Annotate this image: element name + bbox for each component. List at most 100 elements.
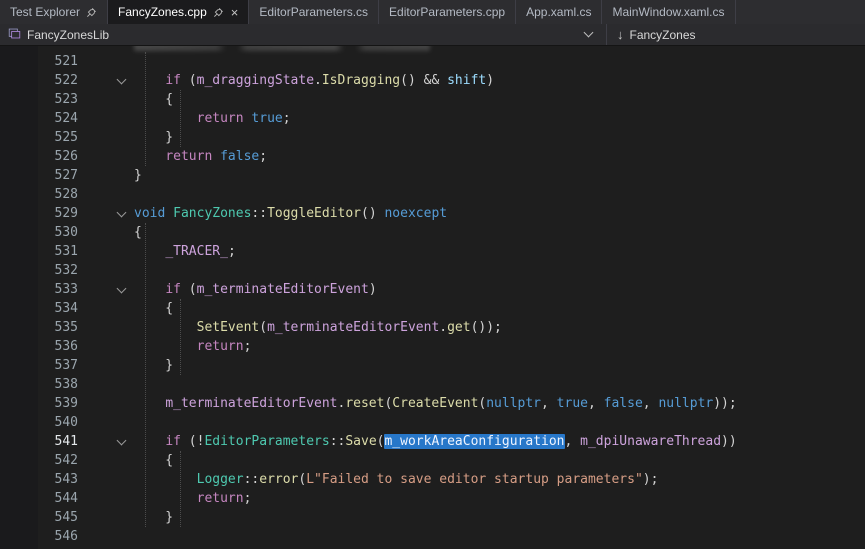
code-token: } <box>134 510 173 525</box>
code-line[interactable]: 522 if (m_draggingState.IsDragging() && … <box>0 71 865 90</box>
fold-chevron-icon[interactable] <box>117 208 127 218</box>
code-text: Logger::error(L"Failed to save editor st… <box>134 470 865 489</box>
code-token: )); <box>713 396 736 411</box>
tab-editorparameters-cs[interactable]: EditorParameters.cs <box>249 0 379 24</box>
tab-mainwindow-xaml-cs[interactable]: MainWindow.xaml.cs <box>602 0 735 24</box>
code-line[interactable]: 541 if (!EditorParameters::Save(m_workAr… <box>0 432 865 451</box>
line-number[interactable]: 523 <box>0 90 78 109</box>
code-token: ; <box>244 491 252 506</box>
code-line[interactable]: 530{ <box>0 223 865 242</box>
line-number[interactable]: 544 <box>0 489 78 508</box>
code-token: . <box>314 73 322 88</box>
code-line[interactable]: 521 <box>0 52 865 71</box>
fold-column <box>78 508 134 527</box>
code-token: FancyZones <box>173 206 251 221</box>
code-line[interactable]: 524 return true; <box>0 109 865 128</box>
code-token: reset <box>345 396 384 411</box>
line-number[interactable]: 541 <box>0 432 78 451</box>
code-text <box>134 52 865 71</box>
code-line[interactable]: 537 } <box>0 356 865 375</box>
line-number[interactable]: 539 <box>0 394 78 413</box>
selected-word[interactable]: m_workAreaConfiguration <box>384 434 564 449</box>
line-number[interactable]: 538 <box>0 375 78 394</box>
code-text: return; <box>134 489 865 508</box>
line-number[interactable]: 546 <box>0 527 78 546</box>
line-number[interactable]: 543 <box>0 470 78 489</box>
tab-label: EditorParameters.cs <box>259 5 368 19</box>
code-line[interactable]: 523 { <box>0 90 865 109</box>
code-line[interactable]: 533 if (m_terminateEditorEvent) <box>0 280 865 299</box>
code-line[interactable]: 526 return false; <box>0 147 865 166</box>
tab-fancyzones-cpp[interactable]: FancyZones.cpp× <box>108 0 249 24</box>
line-number[interactable]: 529 <box>0 204 78 223</box>
fold-chevron-icon[interactable] <box>117 75 127 85</box>
fold-column <box>78 242 134 261</box>
code-line[interactable]: 535 SetEvent(m_terminateEditorEvent.get(… <box>0 318 865 337</box>
code-line[interactable]: 542 { <box>0 451 865 470</box>
line-number[interactable]: 542 <box>0 451 78 470</box>
line-number[interactable]: 531 <box>0 242 78 261</box>
code-line[interactable]: 525 } <box>0 128 865 147</box>
line-number[interactable]: 527 <box>0 166 78 185</box>
code-line[interactable]: 546 <box>0 527 865 546</box>
code-line[interactable]: 536 return; <box>0 337 865 356</box>
code-token: IsDragging <box>322 73 400 88</box>
code-line[interactable]: 539 m_terminateEditorEvent.reset(CreateE… <box>0 394 865 413</box>
fold-column <box>78 166 134 185</box>
code-token: } <box>134 168 142 183</box>
code-token: m_terminateEditorEvent <box>165 396 337 411</box>
line-number[interactable]: 524 <box>0 109 78 128</box>
pin-icon[interactable] <box>86 7 97 18</box>
fold-column <box>78 489 134 508</box>
code-token: ; <box>228 244 236 259</box>
code-line[interactable]: 538 <box>0 375 865 394</box>
line-number[interactable]: 525 <box>0 128 78 147</box>
line-number[interactable]: 522 <box>0 71 78 90</box>
fold-chevron-icon[interactable] <box>117 284 127 294</box>
code-line[interactable]: 531 _TRACER_; <box>0 242 865 261</box>
project-icon <box>8 27 21 43</box>
code-text: { <box>134 299 865 318</box>
code-token: return <box>165 149 212 164</box>
code-token: } <box>134 358 173 373</box>
code-token: m_terminateEditorEvent <box>197 282 369 297</box>
line-number[interactable]: 540 <box>0 413 78 432</box>
line-number[interactable]: 532 <box>0 261 78 280</box>
code-line[interactable]: 534 { <box>0 299 865 318</box>
line-number[interactable]: 537 <box>0 356 78 375</box>
close-icon[interactable]: × <box>231 6 239 19</box>
tab-app-xaml-cs[interactable]: App.xaml.cs <box>516 0 602 24</box>
tab-test-explorer[interactable]: Test Explorer <box>0 0 108 24</box>
code-line[interactable]: 540 <box>0 413 865 432</box>
fold-chevron-icon[interactable] <box>117 436 127 446</box>
fold-column <box>78 71 134 90</box>
line-number[interactable]: 535 <box>0 318 78 337</box>
fold-column <box>78 223 134 242</box>
code-line[interactable]: 527} <box>0 166 865 185</box>
line-number[interactable]: 521 <box>0 52 78 71</box>
code-token: void <box>134 206 165 221</box>
code-token <box>134 149 165 164</box>
scope-dropdown[interactable]: ↓ FancyZones <box>607 24 865 45</box>
pin-icon[interactable] <box>213 7 224 18</box>
line-number[interactable]: 526 <box>0 147 78 166</box>
code-token: CreateEvent <box>392 396 478 411</box>
code-editor[interactable]: 520521522 if (m_draggingState.IsDragging… <box>0 46 865 549</box>
code-line[interactable]: 532 <box>0 261 865 280</box>
code-line[interactable]: 545 } <box>0 508 865 527</box>
line-number[interactable]: 530 <box>0 223 78 242</box>
code-token <box>134 111 197 126</box>
tab-editorparameters-cpp[interactable]: EditorParameters.cpp <box>379 0 516 24</box>
line-number[interactable]: 533 <box>0 280 78 299</box>
line-number[interactable]: 536 <box>0 337 78 356</box>
code-line[interactable]: 529void FancyZones::ToggleEditor() noexc… <box>0 204 865 223</box>
code-line[interactable]: 543 Logger::error(L"Failed to save edito… <box>0 470 865 489</box>
code-token: :: <box>330 434 346 449</box>
code-line[interactable]: 544 return; <box>0 489 865 508</box>
line-number[interactable]: 528 <box>0 185 78 204</box>
line-number[interactable]: 534 <box>0 299 78 318</box>
code-token <box>134 339 197 354</box>
code-line[interactable]: 528 <box>0 185 865 204</box>
line-number[interactable]: 545 <box>0 508 78 527</box>
project-dropdown[interactable]: FancyZonesLib <box>0 24 607 45</box>
